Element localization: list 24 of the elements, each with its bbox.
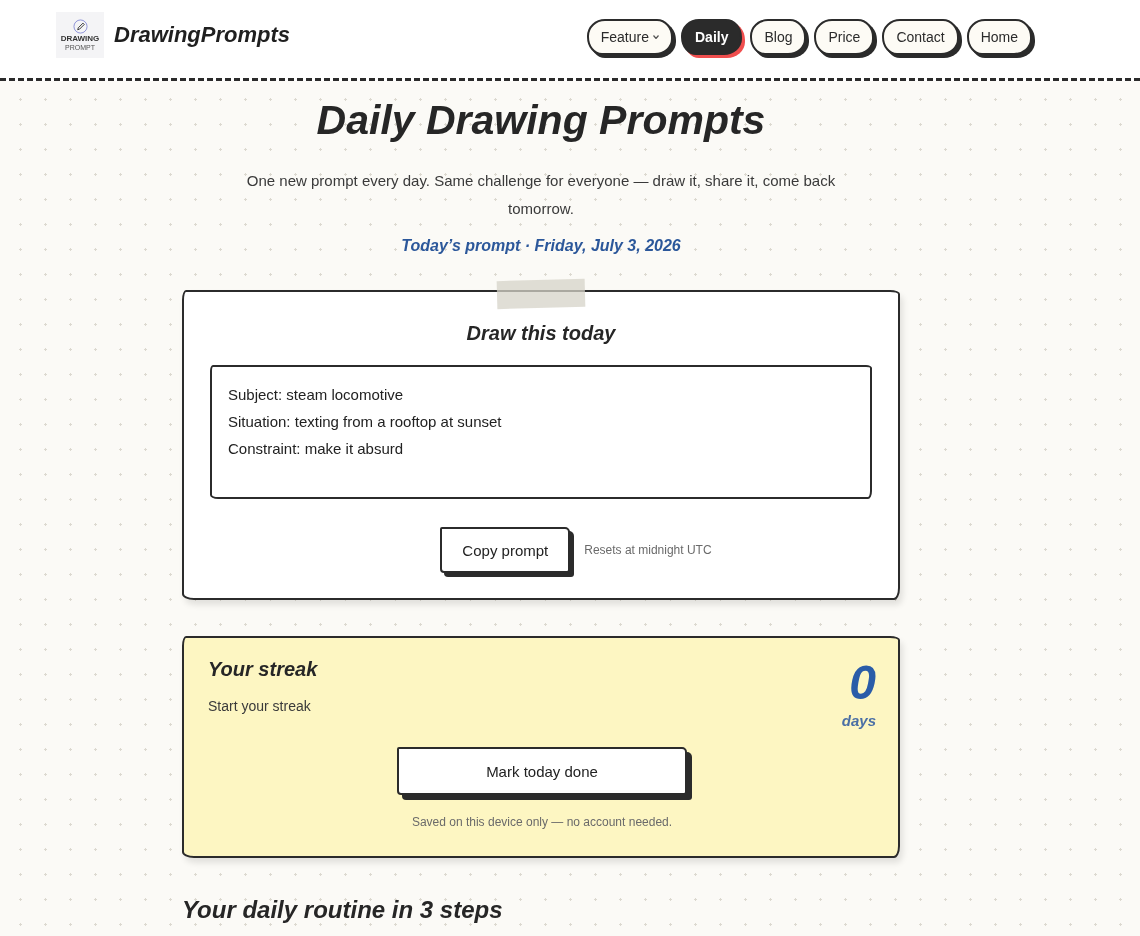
nav-link[interactable]: Home — [966, 19, 1032, 55]
logo-wordmark: DRAWING — [60, 35, 100, 43]
storage-note: Saved on this device only — no account needed. — [411, 815, 673, 829]
reset-note: Resets at midnight UTC — [584, 543, 712, 557]
nav-link[interactable]: Blog — [750, 19, 807, 55]
prompt-line: Subject: steam locomotive — [228, 385, 405, 405]
streak-count: 0 — [849, 658, 876, 708]
nav-link[interactable]: Feature — [586, 19, 673, 55]
brand-name[interactable]: DrawingPrompts — [114, 22, 291, 48]
nav-link[interactable]: Contact — [882, 19, 959, 55]
streak-unit: days — [841, 712, 876, 729]
nav-link[interactable]: Price — [814, 19, 875, 55]
caret-icon — [653, 35, 659, 39]
prompt-line: Situation: texting from a rooftop at sunset — [228, 412, 503, 432]
date-line: Today’s prompt · Friday, July 3, 2026 — [400, 237, 682, 255]
page-title: Daily Drawing Prompts — [315, 96, 767, 145]
pencil-circle-icon — [72, 19, 88, 34]
card-heading: Your streak — [208, 658, 318, 681]
page-subtitle: One new prompt every day. Same challenge for everyone — draw it, share it, come back tomorrow. — [245, 171, 837, 219]
prompt-line: Constraint: make it absurd — [228, 439, 405, 459]
section-heading: Your daily routine in 3 steps — [182, 896, 503, 924]
streak-status: Start your streak — [208, 698, 312, 714]
card-heading: Draw this today — [465, 322, 617, 345]
nav-link[interactable]: Daily — [681, 19, 743, 55]
